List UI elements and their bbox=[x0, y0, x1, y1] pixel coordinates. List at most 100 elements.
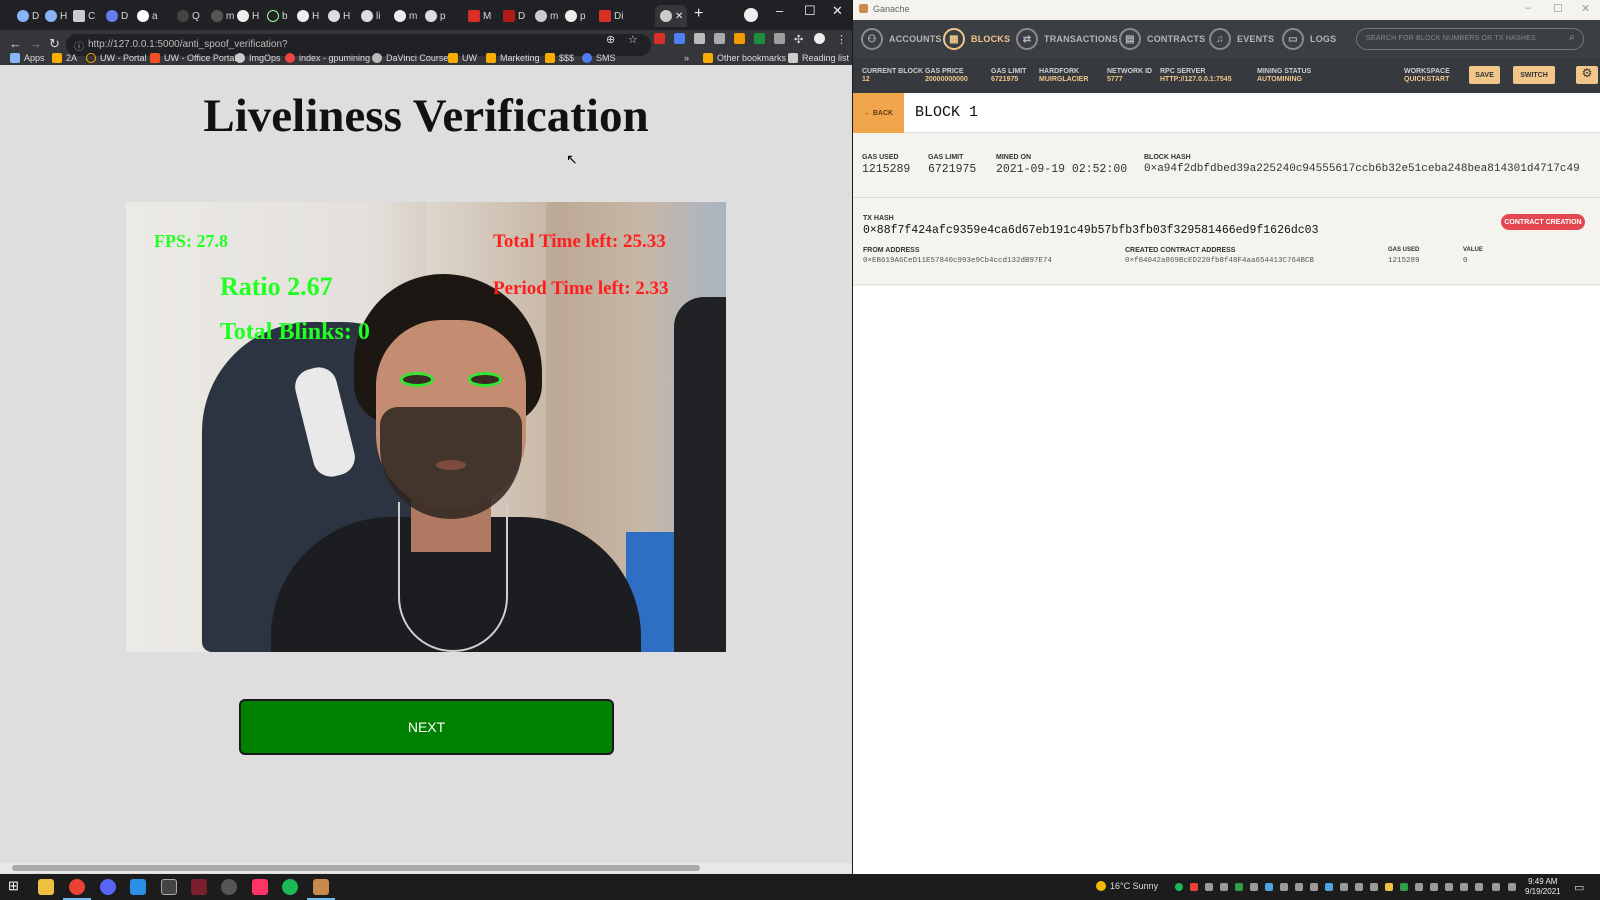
browser-tab[interactable]: Di bbox=[594, 5, 623, 27]
browser-tab[interactable]: m bbox=[206, 5, 234, 27]
bookmark-link[interactable]: UW - Office Portal bbox=[150, 53, 236, 63]
new-tab-button[interactable]: + bbox=[694, 5, 703, 23]
bookmark-link[interactable]: UW - Portal bbox=[86, 53, 147, 63]
switch-button[interactable]: SWITCH bbox=[1513, 66, 1555, 84]
profile-avatar-icon[interactable] bbox=[814, 33, 825, 44]
tray-icon[interactable] bbox=[1355, 883, 1363, 891]
tray-icon[interactable] bbox=[1460, 883, 1468, 891]
extensions-puzzle-icon[interactable]: ✣ bbox=[794, 33, 803, 46]
other-bookmarks[interactable]: Other bookmarks bbox=[703, 53, 786, 63]
bookmark-apps[interactable]: Apps bbox=[10, 53, 45, 63]
maximize-button[interactable]: ☐ bbox=[804, 3, 816, 19]
browser-tab[interactable]: Q bbox=[172, 5, 200, 27]
extension-icon[interactable] bbox=[774, 33, 785, 44]
extension-icon[interactable] bbox=[754, 33, 765, 44]
discord-icon[interactable] bbox=[100, 879, 116, 895]
tray-icon[interactable] bbox=[1430, 883, 1438, 891]
tray-icon[interactable] bbox=[1415, 883, 1423, 891]
extension-icon[interactable] bbox=[694, 33, 705, 44]
tray-icon[interactable] bbox=[1400, 883, 1408, 891]
app-icon[interactable] bbox=[252, 879, 268, 895]
tray-icon[interactable] bbox=[1205, 883, 1213, 891]
tray-icon[interactable] bbox=[1445, 883, 1453, 891]
close-button[interactable]: ✕ bbox=[1581, 2, 1590, 15]
spotify-icon[interactable] bbox=[282, 879, 298, 895]
ganache-taskbar-icon[interactable] bbox=[307, 879, 335, 900]
keyboard-icon[interactable] bbox=[1475, 883, 1483, 891]
language-icon[interactable] bbox=[1492, 883, 1500, 891]
bookmark-folder[interactable]: Marketing bbox=[486, 53, 540, 63]
bookmark-link[interactable]: DaVinci Course bbox=[372, 53, 448, 63]
extension-icon[interactable] bbox=[674, 33, 685, 44]
bookmark-star-icon[interactable]: ☆ bbox=[628, 33, 638, 46]
app-icon[interactable] bbox=[221, 879, 237, 895]
nav-transactions[interactable]: ⇄ TRANSACTIONS bbox=[1016, 28, 1118, 50]
forward-arrow-icon[interactable]: → bbox=[29, 36, 42, 51]
maximize-button[interactable]: ☐ bbox=[1553, 2, 1563, 15]
tray-icon[interactable] bbox=[1385, 883, 1393, 891]
scrollbar-thumb[interactable] bbox=[12, 865, 700, 871]
bookmark-link[interactable]: ImgOps bbox=[235, 53, 281, 63]
browser-tab[interactable]: m bbox=[530, 5, 558, 27]
browser-tab[interactable]: H bbox=[292, 5, 319, 27]
app-icon[interactable] bbox=[191, 879, 207, 895]
nav-logs[interactable]: ▭ LOGS bbox=[1282, 28, 1336, 50]
browser-tab[interactable]: p bbox=[420, 5, 446, 27]
system-clock[interactable]: 9:49 AM 9/19/2021 bbox=[1525, 877, 1561, 897]
browser-tab[interactable]: b bbox=[262, 5, 288, 27]
extension-icon[interactable] bbox=[714, 33, 725, 44]
file-explorer-icon[interactable] bbox=[38, 879, 54, 895]
chrome-menu-icon[interactable]: ⋮ bbox=[836, 33, 847, 46]
weather-widget[interactable]: 16°C Sunny bbox=[1096, 881, 1158, 891]
extension-icon[interactable] bbox=[734, 33, 745, 44]
browser-tab[interactable]: H bbox=[40, 5, 67, 27]
browser-tab[interactable]: li bbox=[356, 5, 380, 27]
back-arrow-icon[interactable]: ← bbox=[9, 36, 22, 51]
close-button[interactable]: ✕ bbox=[832, 3, 843, 19]
windows-start-icon[interactable]: ⊞ bbox=[8, 878, 24, 894]
transaction-card[interactable]: TX HASH 0×88f7f424afc9359e4ca6d67eb191c4… bbox=[853, 205, 1600, 285]
browser-tab-active[interactable]: ✕ bbox=[655, 5, 687, 27]
tray-icon[interactable] bbox=[1265, 883, 1273, 891]
tray-icon[interactable] bbox=[1310, 883, 1318, 891]
tray-icon[interactable] bbox=[1220, 883, 1228, 891]
browser-tab[interactable]: D bbox=[12, 5, 39, 27]
minimize-button[interactable]: – bbox=[776, 3, 783, 18]
nav-contracts[interactable]: ▤ CONTRACTS bbox=[1119, 28, 1205, 50]
save-button[interactable]: SAVE bbox=[1469, 66, 1500, 84]
tab-close-icon[interactable]: ✕ bbox=[675, 11, 683, 22]
browser-tab[interactable]: D bbox=[101, 5, 128, 27]
bluetooth-icon[interactable] bbox=[1325, 883, 1333, 891]
terminal-icon[interactable] bbox=[161, 879, 177, 895]
bookmark-link[interactable]: SMS bbox=[582, 53, 616, 63]
tray-icon[interactable] bbox=[1235, 883, 1243, 891]
bookmark-folder[interactable]: 2A bbox=[52, 53, 77, 63]
tray-icon[interactable] bbox=[1250, 883, 1258, 891]
microphone-icon[interactable] bbox=[1340, 883, 1348, 891]
extension-icon[interactable] bbox=[654, 33, 665, 44]
network-icon[interactable] bbox=[1508, 883, 1516, 891]
nav-blocks[interactable]: ▦ BLOCKS bbox=[943, 28, 1010, 50]
onedrive-icon[interactable] bbox=[1280, 883, 1288, 891]
nav-events[interactable]: ♫ EVENTS bbox=[1209, 28, 1274, 50]
gear-icon[interactable]: ⚙ bbox=[1576, 66, 1598, 84]
browser-tab[interactable]: C bbox=[68, 5, 95, 27]
tray-icon[interactable] bbox=[1295, 883, 1303, 891]
tray-spotify-icon[interactable] bbox=[1175, 883, 1183, 891]
minimize-button[interactable]: – bbox=[1525, 2, 1531, 14]
vscode-icon[interactable] bbox=[130, 879, 146, 895]
browser-tab[interactable]: m bbox=[389, 5, 417, 27]
bookmark-link[interactable]: index - gpumining bbox=[285, 53, 370, 63]
bookmark-folder[interactable]: UW bbox=[448, 53, 477, 63]
browser-tab[interactable]: p bbox=[560, 5, 586, 27]
reading-list[interactable]: Reading list bbox=[788, 53, 849, 63]
tray-icon[interactable] bbox=[1370, 883, 1378, 891]
bookmark-folder[interactable]: $$$ bbox=[545, 53, 574, 63]
browser-tab[interactable]: D bbox=[498, 5, 525, 27]
chrome-icon[interactable] bbox=[63, 879, 91, 900]
bookmarks-overflow-button[interactable]: » bbox=[684, 53, 689, 63]
browser-tab[interactable]: M bbox=[463, 5, 491, 27]
browser-tab[interactable]: H bbox=[232, 5, 259, 27]
nav-accounts[interactable]: ⚇ ACCOUNTS bbox=[861, 28, 942, 50]
tray-icon[interactable] bbox=[1190, 883, 1198, 891]
